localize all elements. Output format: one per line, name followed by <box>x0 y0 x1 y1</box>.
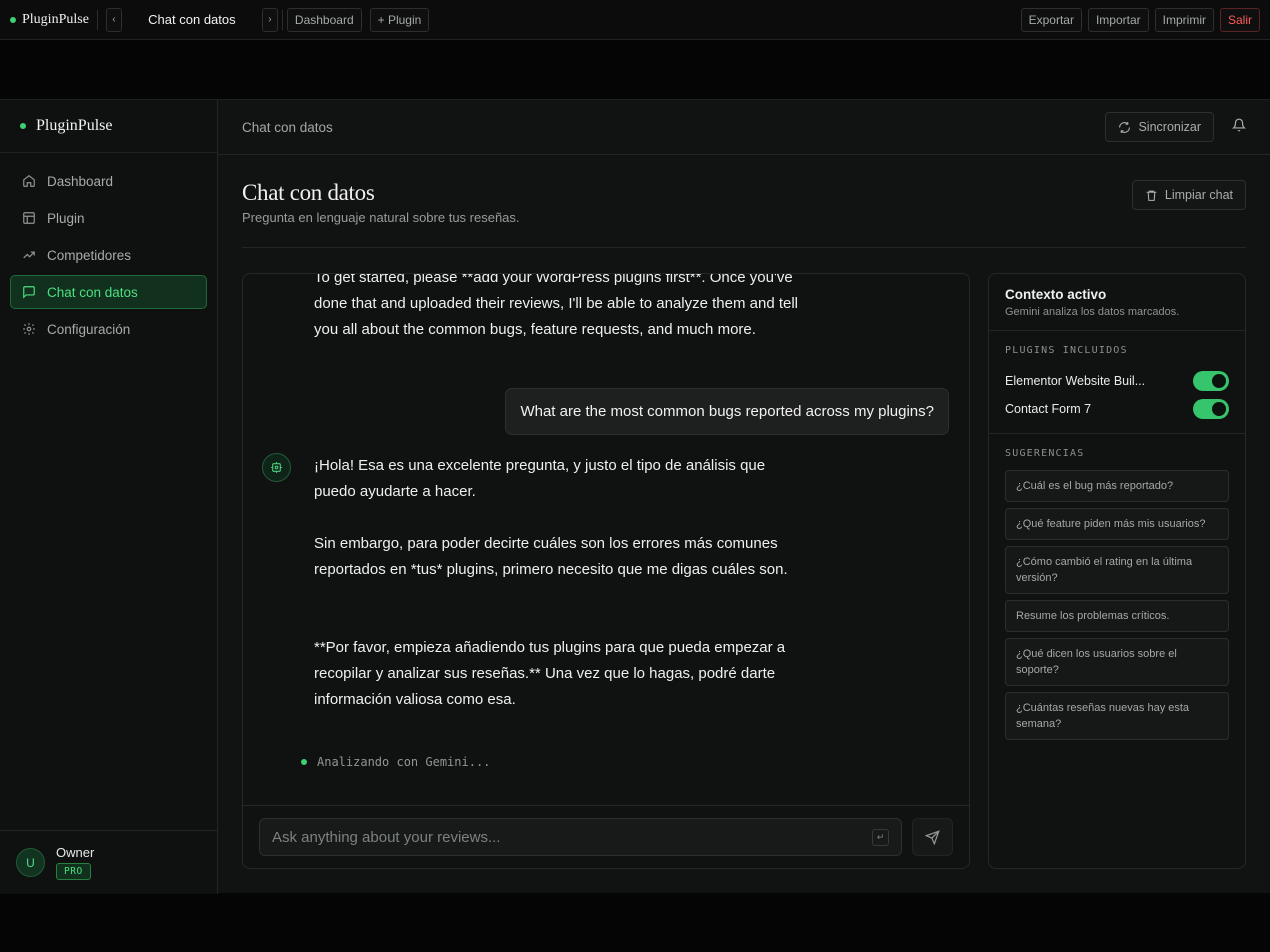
plugin-toggle[interactable] <box>1193 371 1229 391</box>
plan-badge: PRO <box>56 863 91 880</box>
sidebar-item-settings[interactable]: Configuración <box>10 312 207 346</box>
suggestion-chip[interactable]: ¿Cuántas reseñas nuevas hay esta semana? <box>1005 692 1229 740</box>
clear-chat-label: Limpiar chat <box>1164 188 1233 202</box>
home-icon <box>23 175 35 187</box>
plugins-section: PLUGINS INCLUIDOS Elementor Website Buil… <box>989 331 1245 434</box>
loading-status-label: Analizando con Gemini... <box>317 755 491 769</box>
composer: ↵ <box>243 805 969 868</box>
refresh-icon <box>1119 121 1131 133</box>
assistant-message-p1: ¡Hola! Esa es una excelente pregunta, y … <box>314 457 766 500</box>
page-header: Chat con datos Pregunta en lenguaje natu… <box>242 180 1246 248</box>
status-dot-icon <box>10 16 16 23</box>
breadcrumb: Chat con datos <box>242 119 333 135</box>
user-name: Owner <box>56 845 95 860</box>
suggestion-chip[interactable]: ¿Qué dicen los usuarios sobre el soporte… <box>1005 638 1229 686</box>
context-subtitle: Gemini analiza los datos marcados. <box>1005 306 1180 318</box>
sidebar-item-label: Chat con datos <box>47 284 138 300</box>
page-title: Chat con datos <box>242 180 375 205</box>
clear-chat-button[interactable]: Limpiar chat <box>1131 180 1246 210</box>
chat-input-container[interactable]: ↵ <box>259 818 902 856</box>
sidebar-nav: Dashboard Plugin Competidores Chat con d… <box>0 153 217 357</box>
context-panel: Contexto activo Gemini analiza los datos… <box>988 273 1246 869</box>
suggestions-section: SUGERENCIAS ¿Cuál es el bug más reportad… <box>989 434 1245 756</box>
topbar-add-plugin-button[interactable]: + Plugin <box>369 7 430 32</box>
bot-avatar-icon <box>262 453 291 482</box>
sidebar-brand-label: PluginPulse <box>36 117 113 134</box>
send-button[interactable] <box>912 818 953 856</box>
assistant-message: To get started, please **add your WordPr… <box>314 274 799 338</box>
page-subtitle: Pregunta en lenguaje natural sobre tus r… <box>242 210 520 225</box>
topbar-brand: PluginPulse <box>10 12 89 28</box>
header: Chat con datos Sincronizar <box>218 100 1270 155</box>
sidebar-brand: PluginPulse <box>0 100 217 153</box>
avatar: U <box>16 848 45 877</box>
main-content: Chat con datos Sincronizar Chat con dato… <box>218 100 1270 894</box>
print-button[interactable]: Imprimir <box>1154 7 1214 32</box>
context-title: Contexto activo <box>1005 287 1107 302</box>
chat-panel: To get started, please **add your WordPr… <box>242 273 970 869</box>
plugin-row: Contact Form 7 <box>1005 395 1229 423</box>
user-message: What are the most common bugs reported a… <box>505 388 949 435</box>
app-window: PluginPulse Dashboard Plugin Competidore… <box>0 99 1270 894</box>
trending-up-icon <box>23 251 35 259</box>
sync-button[interactable]: Sincronizar <box>1105 112 1214 142</box>
plugin-row: Elementor Website Buil... <box>1005 367 1229 395</box>
assistant-message-p3: **Por favor, empieza añadiendo tus plugi… <box>314 639 786 708</box>
context-header: Contexto activo Gemini analiza los datos… <box>989 274 1245 331</box>
loading-status: Analizando con Gemini... <box>301 755 490 769</box>
loading-dot-icon <box>301 759 307 765</box>
sidebar: PluginPulse Dashboard Plugin Competidore… <box>0 100 218 894</box>
topbar-brand-label: PluginPulse <box>22 11 89 27</box>
suggestion-chip[interactable]: ¿Cuál es el bug más reportado? <box>1005 470 1229 502</box>
status-dot-icon <box>20 123 26 129</box>
topbar-dashboard-button[interactable]: Dashboard <box>286 7 362 32</box>
bell-icon[interactable] <box>1231 118 1247 137</box>
plugin-name: Elementor Website Buil... <box>1005 374 1146 388</box>
send-icon <box>925 829 940 845</box>
chat-input[interactable] <box>272 828 852 846</box>
suggestion-chip[interactable]: ¿Qué feature piden más mis usuarios? <box>1005 508 1229 540</box>
prev-button[interactable]: ‹ <box>105 7 122 32</box>
plugins-section-label: PLUGINS INCLUIDOS <box>1005 345 1128 356</box>
sidebar-item-label: Dashboard <box>47 173 114 189</box>
enter-key-icon: ↵ <box>872 829 889 846</box>
sidebar-item-label: Competidores <box>47 247 132 263</box>
divider <box>281 9 283 30</box>
sidebar-item-plugin[interactable]: Plugin <box>10 201 207 235</box>
user-profile[interactable]: U Owner PRO <box>0 830 217 894</box>
sync-label: Sincronizar <box>1138 120 1201 134</box>
sidebar-item-label: Plugin <box>47 210 85 226</box>
message-list[interactable]: To get started, please **add your WordPr… <box>243 274 969 806</box>
plugin-toggle[interactable] <box>1193 399 1229 419</box>
sidebar-item-chat[interactable]: Chat con datos <box>10 275 207 309</box>
trash-icon <box>1146 190 1157 201</box>
sidebar-item-label: Configuración <box>47 321 131 337</box>
suggestion-chip[interactable]: Resume los problemas críticos. <box>1005 600 1229 632</box>
suggestions-section-label: SUGERENCIAS <box>1005 448 1085 459</box>
exit-button[interactable]: Salir <box>1219 7 1260 32</box>
top-toolbar: PluginPulse ‹ Chat con datos › Dashboard… <box>0 0 1270 40</box>
next-button[interactable]: › <box>261 7 278 32</box>
export-button[interactable]: Exportar <box>1020 7 1082 32</box>
topbar-title: Chat con datos <box>148 12 236 27</box>
gear-icon <box>23 323 35 335</box>
plugin-name: Contact Form 7 <box>1005 402 1092 416</box>
message-square-icon <box>23 286 35 299</box>
sidebar-item-competitors[interactable]: Competidores <box>10 238 207 272</box>
divider <box>96 9 98 30</box>
assistant-message-p2: Sin embargo, para poder decirte cuáles s… <box>314 535 788 578</box>
suggestion-chip[interactable]: ¿Cómo cambió el rating en la última vers… <box>1005 546 1229 594</box>
layout-icon <box>23 212 35 224</box>
import-button[interactable]: Importar <box>1087 7 1149 32</box>
sidebar-item-dashboard[interactable]: Dashboard <box>10 164 207 198</box>
